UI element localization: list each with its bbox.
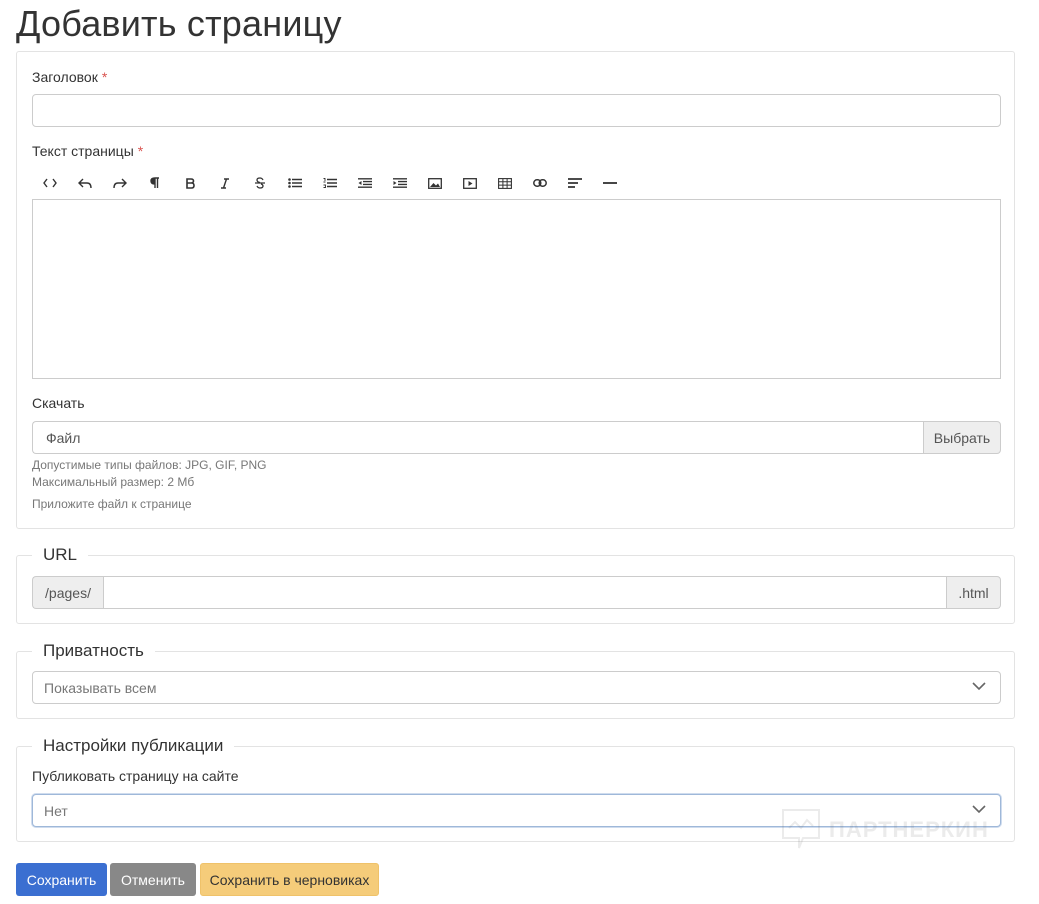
choose-file-button[interactable]: Выбрать (923, 421, 1001, 454)
text-label: Текст страницы * (32, 143, 143, 159)
redo-icon[interactable] (102, 171, 137, 195)
cancel-button[interactable]: Отменить (110, 863, 196, 896)
italic-icon[interactable] (207, 171, 242, 195)
table-icon[interactable] (487, 171, 522, 195)
image-icon[interactable] (417, 171, 452, 195)
html-icon[interactable] (32, 171, 67, 195)
required-mark: * (137, 143, 144, 159)
link-icon[interactable] (522, 171, 557, 195)
publish-label: Публиковать страницу на сайте (32, 768, 239, 784)
chevron-down-icon (972, 682, 986, 691)
file-types-help: Допустимые типы файлов: JPG, GIF, PNG (32, 458, 267, 472)
privacy-select[interactable]: Показывать всем (32, 671, 1001, 704)
align-icon[interactable] (557, 171, 592, 195)
file-upload-group: Файл Выбрать (32, 421, 1001, 454)
title-label-text: Заголовок (32, 69, 98, 85)
speech-bubble-icon (782, 809, 820, 849)
save-button[interactable]: Сохранить (16, 863, 107, 896)
url-slug-input[interactable] (103, 576, 947, 609)
required-mark: * (101, 69, 108, 85)
privacy-fieldset: Приватность Показывать всем (16, 641, 1015, 719)
page-title: Добавить страницу (16, 3, 342, 44)
video-icon[interactable] (452, 171, 487, 195)
page-text-editor[interactable] (32, 199, 1001, 379)
bold-icon[interactable] (172, 171, 207, 195)
indent-icon[interactable] (382, 171, 417, 195)
url-legend: URL (32, 545, 89, 565)
watermark-text: ПАРТНЕРКИН (829, 817, 989, 842)
attach-file-help: Приложите файл к странице (32, 497, 192, 511)
url-fieldset: URL /pages/ .html (16, 545, 1015, 624)
undo-icon[interactable] (67, 171, 102, 195)
title-label: Заголовок * (32, 69, 107, 85)
text-label-text: Текст страницы (32, 143, 134, 159)
download-label: Скачать (32, 395, 85, 411)
save-draft-button[interactable]: Сохранить в черновиках (200, 863, 379, 896)
url-prefix: /pages/ (32, 576, 103, 609)
url-suffix: .html (947, 576, 1001, 609)
main-form-card: Заголовок * Текст страницы * Скачать Фай… (16, 51, 1015, 529)
privacy-selected-value: Показывать всем (44, 679, 157, 696)
url-input-group: /pages/ .html (32, 576, 1001, 609)
title-input[interactable] (32, 94, 1001, 127)
file-size-help: Максимальный размер: 2 Мб (32, 475, 195, 489)
file-input[interactable]: Файл (32, 421, 923, 454)
editor-toolbar (32, 171, 627, 195)
strikethrough-icon[interactable] (242, 171, 277, 195)
publish-legend: Настройки публикации (32, 736, 235, 756)
outdent-icon[interactable] (347, 171, 382, 195)
unordered-list-icon[interactable] (277, 171, 312, 195)
watermark: ПАРТНЕРКИН (781, 808, 996, 852)
privacy-legend: Приватность (32, 641, 155, 661)
publish-selected-value: Нет (44, 802, 68, 819)
paragraph-icon[interactable] (137, 171, 172, 195)
ordered-list-icon[interactable] (312, 171, 347, 195)
horizontal-rule-icon[interactable] (592, 171, 627, 195)
